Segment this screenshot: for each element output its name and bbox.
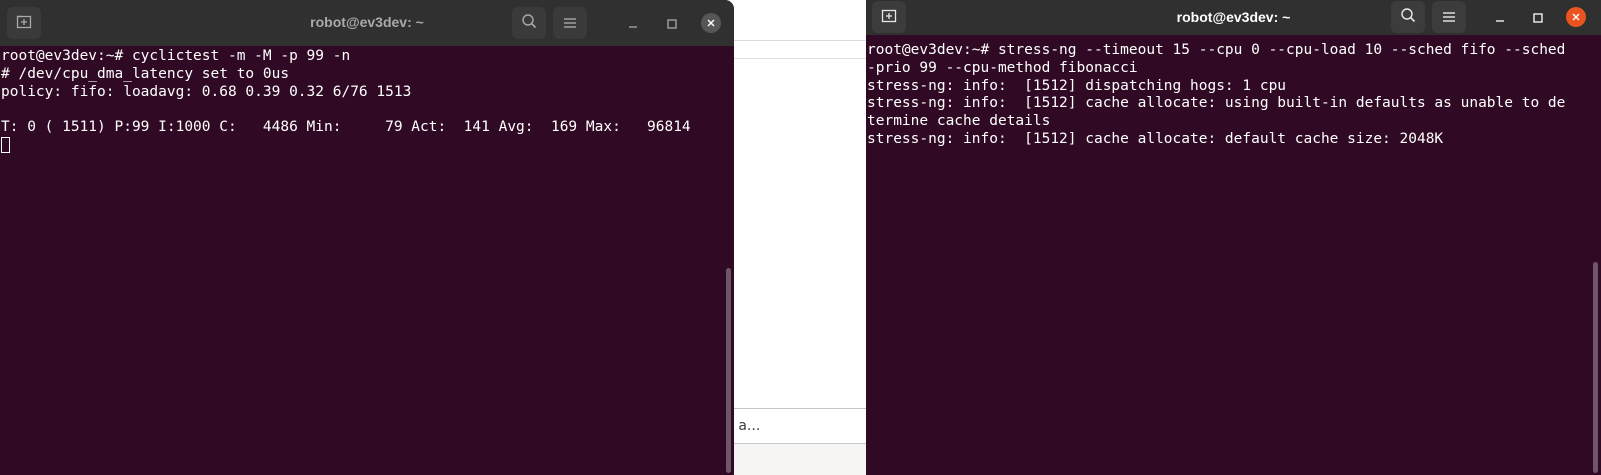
- search-button[interactable]: [512, 7, 546, 39]
- terminal-output[interactable]: root@ev3dev:~# cyclictest -m -M -p 99 -n…: [0, 48, 734, 475]
- maximize-icon: [667, 14, 677, 33]
- minimize-icon: [1495, 8, 1505, 27]
- menu-button[interactable]: [1432, 1, 1466, 33]
- maximize-button[interactable]: [661, 12, 683, 34]
- terminal-line: -prio 99 --cpu-method fibonacci: [867, 59, 1138, 76]
- close-button[interactable]: [1565, 6, 1587, 28]
- background-window: Ir a...: [720, 0, 866, 475]
- bottom-strip: [720, 444, 866, 475]
- maximize-icon: [1533, 8, 1543, 27]
- terminal-line: T: 0 ( 1511) P:99 I:1000 C: 4486 Min: 79…: [1, 119, 691, 136]
- goto-field[interactable]: Ir a...: [720, 408, 866, 444]
- left-terminal-window: robot@ev3dev: ~ root@ev3dev:~# cyclictes…: [0, 0, 734, 475]
- minimize-button[interactable]: [1489, 6, 1511, 28]
- hamburger-menu-icon: [1442, 8, 1456, 27]
- scrollbar[interactable]: [1593, 262, 1598, 473]
- terminal-line: termine cache details: [867, 113, 1051, 130]
- desktop: Ir a... robot@ev3dev: ~ root@ev3dev:~# c…: [0, 0, 1601, 475]
- close-button[interactable]: [700, 12, 722, 34]
- minimize-button[interactable]: [622, 12, 644, 34]
- terminal-line: policy: fifo: loadavg: 0.68 0.39 0.32 6/…: [1, 83, 412, 100]
- terminal-line: root@ev3dev:~# stress-ng --timeout 15 --…: [867, 42, 1566, 58]
- search-icon: [1400, 7, 1416, 27]
- menu-button[interactable]: [553, 7, 587, 39]
- close-icon: [1566, 7, 1586, 27]
- search-button[interactable]: [1391, 1, 1425, 33]
- divider: [720, 40, 866, 41]
- terminal-line: root@ev3dev:~# cyclictest -m -M -p 99 -n: [1, 48, 351, 64]
- search-icon: [521, 13, 537, 33]
- terminal-line: stress-ng: info: [1512] dispatching hogs…: [867, 77, 1287, 94]
- minimize-icon: [628, 14, 638, 33]
- hamburger-menu-icon: [563, 14, 577, 33]
- cursor-line: [1, 136, 734, 156]
- terminal-cursor: [1, 136, 10, 153]
- close-icon: [701, 13, 721, 33]
- right-terminal-window: robot@ev3dev: ~ root@ev3dev:~# stress-ng…: [866, 0, 1601, 475]
- maximize-button[interactable]: [1527, 6, 1549, 28]
- divider: [720, 58, 866, 59]
- titlebar[interactable]: robot@ev3dev: ~: [0, 0, 734, 46]
- terminal-line: # /dev/cpu_dma_latency set to 0us: [1, 65, 290, 82]
- terminal-line: stress-ng: info: [1512] cache allocate: …: [867, 130, 1444, 147]
- terminal-line: stress-ng: info: [1512] cache allocate: …: [867, 95, 1566, 112]
- terminal-line: ​: [1, 101, 734, 119]
- scrollbar[interactable]: [726, 268, 731, 473]
- titlebar[interactable]: robot@ev3dev: ~: [866, 0, 1601, 35]
- terminal-output[interactable]: root@ev3dev:~# stress-ng --timeout 15 --…: [866, 42, 1601, 475]
